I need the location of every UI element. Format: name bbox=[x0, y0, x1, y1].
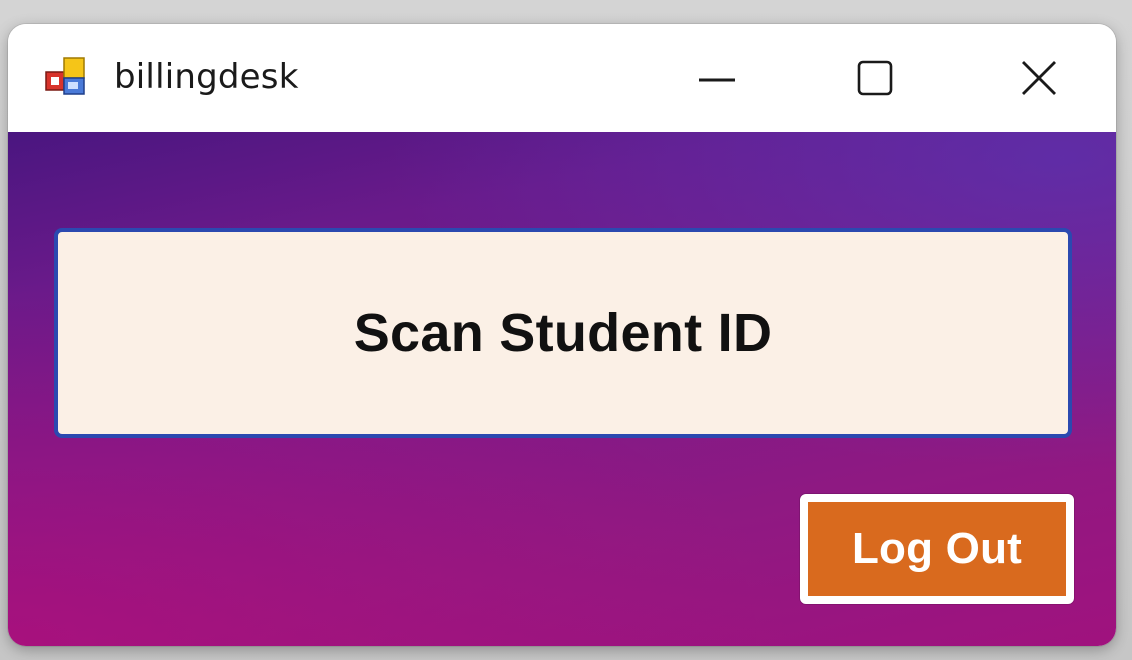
minimize-button[interactable] bbox=[662, 38, 772, 118]
close-icon bbox=[1019, 58, 1059, 98]
window-title: billingdesk bbox=[114, 57, 299, 97]
app-window: billingdesk Scan Student ID Log Out bbox=[8, 24, 1116, 646]
scan-student-id-field[interactable]: Scan Student ID bbox=[54, 228, 1072, 438]
maximize-icon bbox=[855, 58, 895, 98]
main-panel: Scan Student ID Log Out bbox=[8, 132, 1116, 646]
close-button[interactable] bbox=[984, 38, 1094, 118]
scan-student-id-label: Scan Student ID bbox=[353, 303, 773, 363]
application-icon bbox=[42, 54, 88, 100]
logout-button[interactable]: Log Out bbox=[800, 494, 1074, 604]
title-bar[interactable]: billingdesk bbox=[8, 24, 1116, 132]
logout-label: Log Out bbox=[851, 524, 1022, 573]
minimize-icon bbox=[697, 58, 737, 98]
maximize-button[interactable] bbox=[820, 38, 930, 118]
